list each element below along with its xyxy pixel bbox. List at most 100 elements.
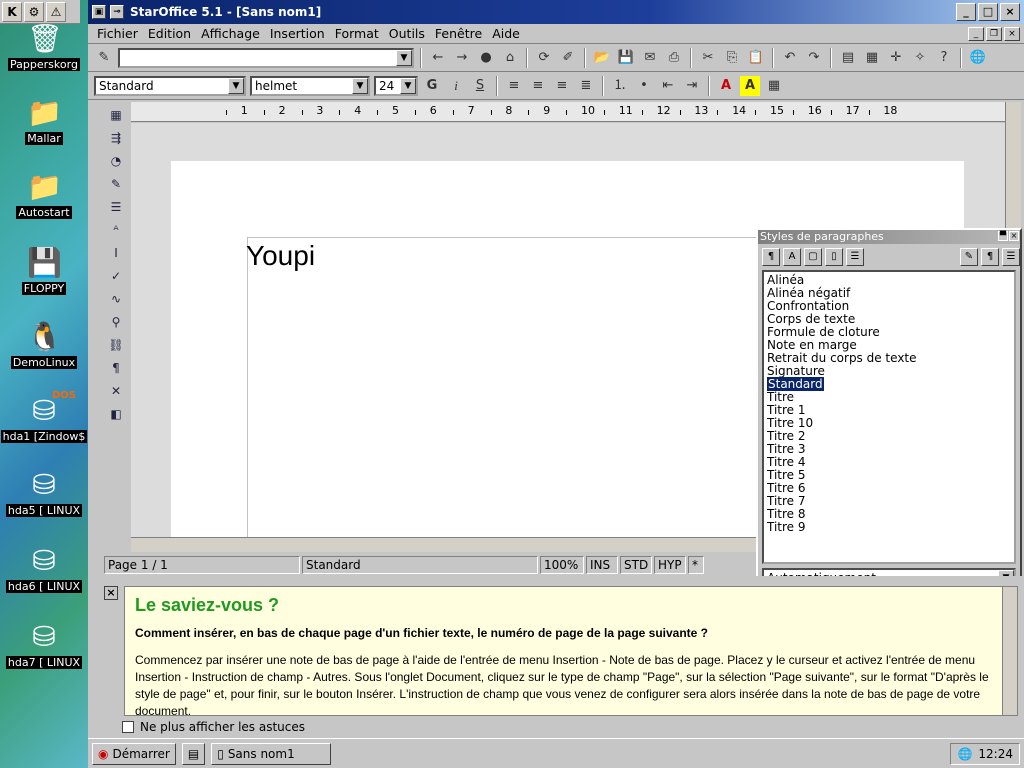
title-bar[interactable]: ▣ ⊸ StarOffice 5.1 - [Sans nom1] _ □ ×: [88, 0, 1024, 24]
autospell-icon[interactable]: ∿: [106, 290, 126, 308]
text-direction-icon[interactable]: ᴬ: [106, 221, 126, 239]
justify-icon[interactable]: ≣: [576, 76, 596, 96]
hyperlink-icon[interactable]: ⛓: [106, 336, 126, 354]
character-styles-icon[interactable]: A: [783, 248, 801, 266]
horizontal-ruler[interactable]: 1 2 3 4 5 6 7 8 9 10 11 12 13 14 15 16 17 18: [131, 102, 1005, 122]
edit-file-icon[interactable]: ✎: [94, 48, 114, 68]
align-right-icon[interactable]: ≡: [552, 76, 572, 96]
forward-icon[interactable]: →: [452, 48, 472, 68]
back-icon[interactable]: ←: [428, 48, 448, 68]
chevron-down-icon[interactable]: ▼: [396, 49, 412, 66]
desktop-icon-5[interactable]: ⛁ DOS hda1 [Zindow$: [0, 390, 88, 443]
background-color-icon[interactable]: ▦: [764, 76, 784, 96]
menu-fenetre[interactable]: Fenêtre: [430, 26, 487, 41]
bullets-icon[interactable]: •: [634, 76, 654, 96]
pin-icon[interactable]: ⊸: [110, 5, 124, 19]
status-zoom[interactable]: 100%: [540, 556, 584, 574]
doc-restore-icon[interactable]: ❐: [986, 26, 1002, 41]
desktop-icon-4[interactable]: 🐧 DemoLinux: [0, 320, 88, 369]
decrease-indent-icon[interactable]: ⇤: [658, 76, 678, 96]
desktop-icon-2[interactable]: 📁 Autostart: [0, 170, 88, 219]
task-sans-nom1[interactable]: ▯ Sans nom1: [211, 742, 332, 765]
font-size-select[interactable]: 24 ▼: [374, 75, 418, 96]
page-styles-icon[interactable]: ▯: [825, 248, 843, 266]
spellcheck-icon[interactable]: ✓: [106, 267, 126, 285]
document-text[interactable]: Youpi: [246, 240, 315, 272]
close-button[interactable]: ×: [1000, 3, 1020, 21]
warning-icon[interactable]: ⚠: [46, 2, 66, 22]
web-view-icon[interactable]: ◧: [106, 405, 126, 423]
stylist-icon[interactable]: ✧: [910, 48, 930, 68]
underline-icon[interactable]: S: [470, 76, 490, 96]
style-item[interactable]: Titre 9: [767, 521, 1011, 534]
stylist-dock-icon[interactable]: ▀: [998, 231, 1008, 241]
style-item[interactable]: Standard: [767, 377, 1011, 391]
menu-outils[interactable]: Outils: [384, 26, 430, 41]
align-left-icon[interactable]: ≡: [504, 76, 524, 96]
stop-icon[interactable]: ●: [476, 48, 496, 68]
style-list[interactable]: Alinéa Alinéa négatif Confrontation Corps d…: [762, 270, 1016, 564]
print-icon[interactable]: ⎙: [664, 48, 684, 68]
navigator-icon[interactable]: ✛: [886, 48, 906, 68]
undo-icon[interactable]: ↶: [780, 48, 800, 68]
insert-table-icon[interactable]: ▦: [106, 106, 126, 124]
status-hyperlink[interactable]: HYP: [654, 556, 686, 574]
numbering-styles-icon[interactable]: ☰: [846, 248, 864, 266]
insert-field-icon[interactable]: ⇶: [106, 129, 126, 147]
find-icon[interactable]: ⚲: [106, 313, 126, 331]
edit-icon[interactable]: ✐: [558, 48, 578, 68]
menu-edition[interactable]: Edition: [143, 26, 196, 41]
no-more-tips[interactable]: Ne plus afficher les astuces: [122, 720, 305, 734]
mail-icon[interactable]: ✉: [640, 48, 660, 68]
desktop-icon-1[interactable]: 📁 Mallar: [0, 96, 88, 145]
network-icon[interactable]: 🌐: [957, 747, 972, 761]
copy-icon[interactable]: ⎘: [722, 48, 742, 68]
show-desktop-button[interactable]: ▤: [181, 742, 206, 765]
desktop-icon-7[interactable]: ⛁ hda6 [ LINUX: [0, 544, 88, 593]
maximize-button[interactable]: □: [978, 3, 998, 21]
paragraph-styles-icon[interactable]: ¶: [762, 248, 780, 266]
numbering-icon[interactable]: ⒈: [610, 76, 630, 96]
stylist-close-icon[interactable]: ×: [1009, 231, 1019, 241]
align-center-icon[interactable]: ≡: [528, 76, 548, 96]
paste-icon[interactable]: 📋: [746, 48, 766, 68]
help-icon[interactable]: ?: [934, 48, 954, 68]
chevron-down-icon[interactable]: ▼: [228, 77, 244, 94]
explorer-icon[interactable]: ▤: [838, 48, 858, 68]
url-field[interactable]: ▼: [118, 47, 414, 68]
insert-object-icon[interactable]: ◔: [106, 152, 126, 170]
cut-icon[interactable]: ✂: [698, 48, 718, 68]
doc-close-icon[interactable]: ×: [1004, 26, 1020, 41]
tip-scrollbar[interactable]: [1002, 586, 1018, 716]
desktop-icon-6[interactable]: ⛁ hda5 [ LINUX: [0, 468, 88, 517]
desktop-icon-0[interactable]: 🗑 Papperskorg: [0, 22, 88, 71]
menu-aide[interactable]: Aide: [487, 26, 525, 41]
beamer-icon[interactable]: ▦: [862, 48, 882, 68]
increase-indent-icon[interactable]: ⇥: [682, 76, 702, 96]
frame-styles-icon[interactable]: ▢: [804, 248, 822, 266]
form-icon[interactable]: ☰: [106, 198, 126, 216]
paragraph-style-select[interactable]: Standard ▼: [94, 75, 246, 96]
kde-menu-button[interactable]: K: [2, 2, 22, 22]
stylist-titlebar[interactable]: Styles de paragraphes ▀ ×: [758, 230, 1020, 244]
status-selection-mode[interactable]: STD: [620, 556, 652, 574]
font-name-select[interactable]: helmet ▼: [250, 75, 370, 96]
tip-close-button[interactable]: ×: [104, 586, 118, 600]
save-icon[interactable]: 💾: [616, 48, 636, 68]
desktop-icon-3[interactable]: 💾 FLOPPY: [0, 246, 88, 295]
cursor-icon[interactable]: I: [106, 244, 126, 262]
open-icon[interactable]: 📂: [592, 48, 612, 68]
fill-format-icon[interactable]: ✎: [960, 248, 978, 266]
start-button[interactable]: ◉ Démarrer: [92, 742, 176, 765]
redo-icon[interactable]: ↷: [804, 48, 824, 68]
reload-icon[interactable]: ⟳: [534, 48, 554, 68]
menu-insertion[interactable]: Insertion: [265, 26, 330, 41]
desktop-icon-8[interactable]: ⛁ hda7 [ LINUX: [0, 620, 88, 669]
minimize-button[interactable]: _: [956, 3, 976, 21]
graphics-off-icon[interactable]: ✕: [106, 382, 126, 400]
italic-icon[interactable]: i: [446, 76, 466, 96]
chevron-down-icon[interactable]: ▼: [400, 77, 416, 94]
update-style-icon[interactable]: ☰: [1002, 248, 1020, 266]
no-more-tips-checkbox[interactable]: [122, 721, 134, 733]
menu-affichage[interactable]: Affichage: [196, 26, 265, 41]
